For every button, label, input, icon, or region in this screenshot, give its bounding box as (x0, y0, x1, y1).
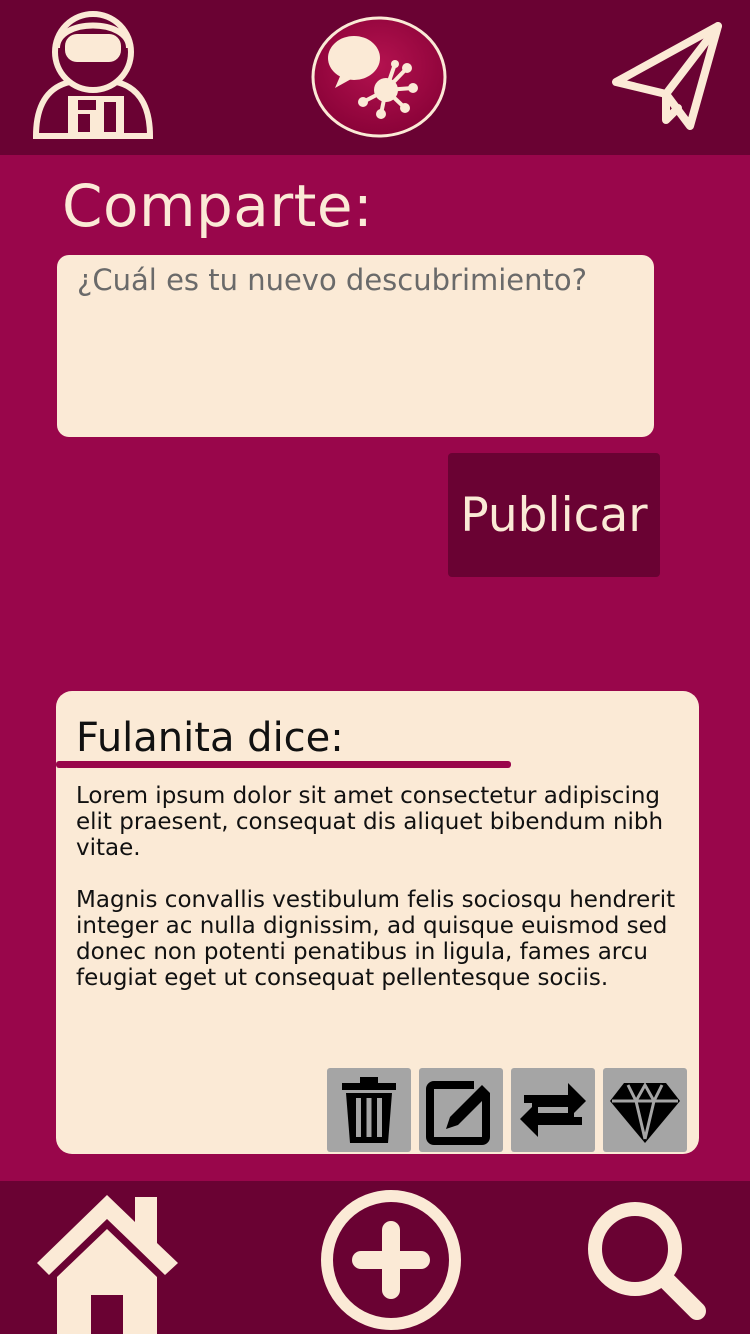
trash-icon (342, 1077, 396, 1143)
post-card: Fulanita dice: Lorem ipsum dolor sit ame… (56, 691, 699, 1154)
search-icon[interactable] (585, 1199, 707, 1321)
diamond-icon (610, 1081, 680, 1143)
discovery-input[interactable] (57, 255, 654, 437)
post-divider (56, 761, 511, 768)
post-paragraph: Lorem ipsum dolor sit amet consectetur a… (76, 783, 664, 861)
post-paragraph: Magnis convallis vestibulum felis socios… (76, 887, 676, 991)
add-icon[interactable] (320, 1189, 462, 1331)
paper-plane-icon[interactable] (610, 20, 725, 132)
top-bar (0, 0, 750, 155)
bottom-nav (0, 1181, 750, 1334)
share-title: Comparte: (62, 172, 374, 240)
delete-button[interactable] (327, 1068, 411, 1152)
favorite-button[interactable] (603, 1068, 687, 1152)
post-author: Fulanita dice: (76, 715, 344, 761)
edit-button[interactable] (419, 1068, 503, 1152)
post-actions (327, 1068, 687, 1152)
repost-button[interactable] (511, 1068, 595, 1152)
publish-button[interactable]: Publicar (448, 453, 660, 577)
home-icon[interactable] (35, 1191, 180, 1334)
astronaut-avatar-icon[interactable] (30, 8, 156, 140)
repost-icon (520, 1083, 586, 1137)
edit-icon (426, 1077, 496, 1145)
post-body: Lorem ipsum dolor sit amet consectetur a… (76, 783, 691, 1017)
network-chat-logo-icon[interactable] (311, 16, 447, 138)
